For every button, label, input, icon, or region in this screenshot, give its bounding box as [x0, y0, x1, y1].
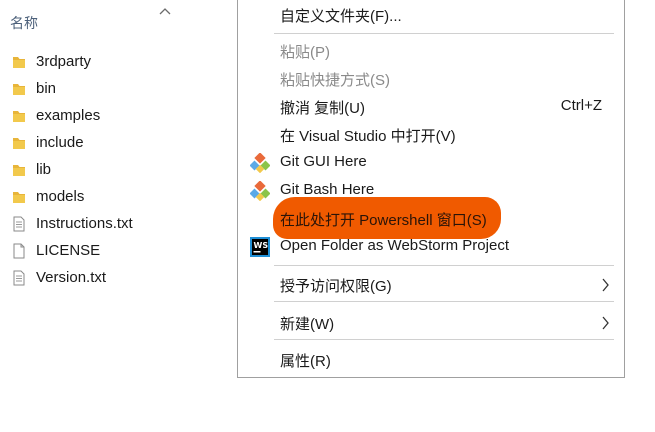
menu-item-label: Git Bash Here [280, 181, 375, 198]
menu-item-grant-access[interactable]: 授予访问权限(G) [238, 271, 624, 299]
menu-item-open-in-visual-studio[interactable]: 在 Visual Studio 中打开(V) [238, 121, 624, 149]
menu-separator [274, 33, 614, 34]
list-item[interactable]: include [0, 129, 237, 156]
list-item[interactable]: bin [0, 75, 237, 102]
folder-icon [12, 54, 26, 70]
menu-item-label: 在此处打开 Powershell 窗口(S) [280, 212, 487, 229]
menu-item-label: 属性(R) [280, 353, 331, 370]
webstorm-icon: WS [250, 237, 270, 257]
file-name: examples [36, 107, 101, 124]
file-explorer-pane: 名称 3rdparty bin examples include lib mod… [0, 0, 237, 432]
list-item[interactable]: 3rdparty [0, 48, 237, 75]
git-icon [250, 181, 270, 201]
menu-item-label: 新建(W) [280, 316, 335, 333]
menu-item-new[interactable]: 新建(W) [238, 309, 624, 337]
text-file-icon [12, 216, 26, 232]
file-name: bin [36, 80, 57, 97]
list-item[interactable]: Version.txt [0, 264, 237, 291]
menu-item-label: Open Folder as WebStorm Project [280, 237, 509, 254]
file-name: lib [36, 161, 52, 178]
file-name: include [36, 134, 84, 151]
menu-separator [274, 265, 614, 266]
menu-separator [274, 301, 614, 302]
list-item[interactable]: models [0, 183, 237, 210]
file-icon [12, 243, 26, 259]
list-item[interactable]: lib [0, 156, 237, 183]
menu-item-label: 撤消 复制(U) [280, 100, 365, 117]
menu-item-label: 粘贴快捷方式(S) [280, 72, 390, 89]
column-header-name[interactable]: 名称 [10, 13, 38, 33]
menu-item-customize-folder[interactable]: 自定义文件夹(F)... [238, 1, 624, 29]
folder-icon [12, 189, 26, 205]
menu-item-paste-shortcut[interactable]: 粘贴快捷方式(S) [238, 65, 624, 93]
file-name: Version.txt [36, 269, 107, 286]
menu-item-label: Git GUI Here [280, 153, 367, 170]
menu-item-label: 在 Visual Studio 中打开(V) [280, 128, 456, 145]
menu-item-properties[interactable]: 属性(R) [238, 346, 624, 374]
text-file-icon [12, 270, 26, 286]
list-item[interactable]: LICENSE [0, 237, 237, 264]
folder-icon [12, 108, 26, 124]
shortcut-label: Ctrl+Z [560, 97, 602, 114]
menu-item-label: 授予访问权限(G) [280, 278, 392, 295]
list-item[interactable]: Instructions.txt [0, 210, 237, 237]
list-item[interactable]: examples [0, 102, 237, 129]
file-list: 3rdparty bin examples include lib models… [0, 48, 237, 291]
chevron-right-icon [602, 278, 609, 292]
menu-item-label: 自定义文件夹(F)... [280, 8, 402, 25]
chevron-right-icon [602, 316, 609, 330]
folder-icon [12, 162, 26, 178]
menu-item-open-webstorm[interactable]: WS Open Folder as WebStorm Project [238, 233, 624, 261]
menu-item-paste[interactable]: 粘贴(P) [238, 37, 624, 65]
file-name: LICENSE [36, 242, 101, 259]
chevron-up-icon[interactable] [158, 6, 172, 16]
file-name: models [36, 188, 85, 205]
folder-icon [12, 135, 26, 151]
svg-text:WS: WS [254, 241, 269, 250]
menu-item-git-gui-here[interactable]: Git GUI Here [238, 149, 624, 177]
menu-item-undo-copy[interactable]: 撤消 复制(U) Ctrl+Z [238, 93, 624, 121]
menu-item-open-powershell[interactable]: 在此处打开 Powershell 窗口(S) [238, 205, 624, 233]
file-name: Instructions.txt [36, 215, 133, 232]
menu-item-label: 粘贴(P) [280, 44, 330, 61]
git-icon [250, 153, 270, 173]
menu-separator [274, 339, 614, 340]
file-name: 3rdparty [36, 53, 92, 70]
context-menu: 自定义文件夹(F)... 粘贴(P) 粘贴快捷方式(S) 撤消 复制(U) Ct… [237, 0, 625, 378]
folder-icon [12, 81, 26, 97]
